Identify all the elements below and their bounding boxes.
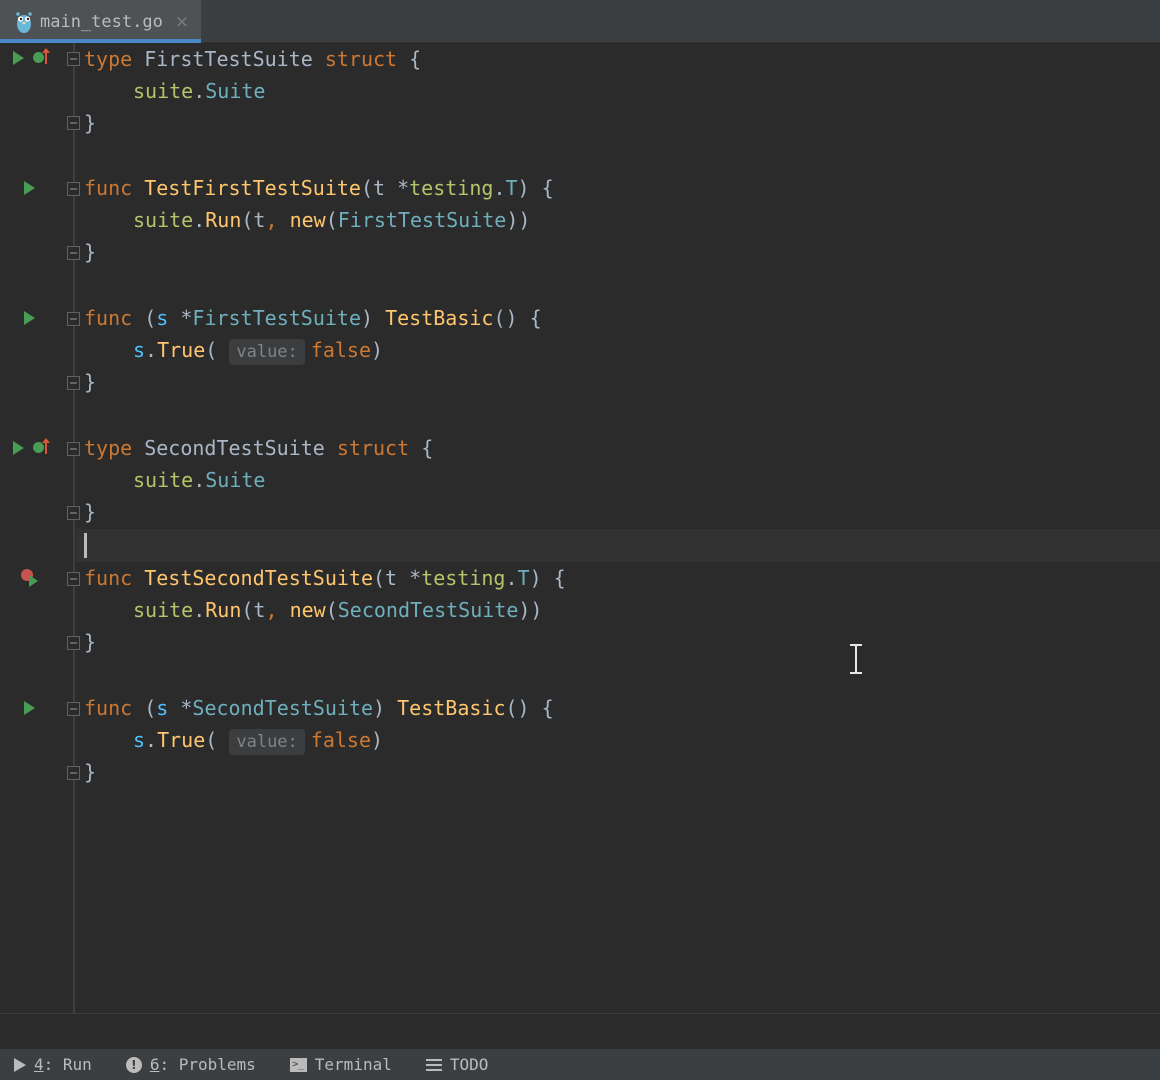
current-line-highlight (76, 529, 1160, 562)
fold-marker[interactable] (67, 52, 80, 66)
parameter-hint: value: (229, 729, 305, 755)
tool-window-bar: 4: Run ! 6: Problems >_ Terminal TODO (0, 1049, 1160, 1080)
editor-tab-bar: main_test.go × (0, 0, 1160, 43)
implements-icon[interactable] (33, 48, 53, 67)
tab-main-test-go[interactable]: main_test.go × (0, 0, 201, 43)
code-line: } (84, 240, 97, 264)
fold-marker[interactable] (67, 116, 80, 130)
fold-marker[interactable] (67, 572, 80, 586)
tool-window-terminal[interactable]: >_ Terminal (289, 1055, 392, 1074)
code-line: s.True( value: false) (84, 724, 383, 756)
todo-icon (425, 1058, 442, 1072)
code-line: } (84, 500, 97, 524)
fold-marker[interactable] (67, 312, 80, 326)
run-test-icon[interactable] (13, 51, 24, 65)
code-line: suite.Run(t, new(SecondTestSuite)) (133, 598, 543, 622)
problems-icon: ! (125, 1056, 142, 1073)
fold-marker[interactable] (67, 702, 80, 716)
code-line: func TestSecondTestSuite(t *testing.T) { (84, 566, 566, 590)
code-editor[interactable]: type FirstTestSuite struct { suite.Suite… (0, 43, 1160, 1013)
code-line: func (s *SecondTestSuite) TestBasic() { (84, 696, 554, 720)
text-caret (84, 533, 87, 558)
code-line: } (84, 370, 97, 394)
tool-window-run[interactable]: 4: Run (14, 1055, 92, 1074)
code-line: } (84, 111, 97, 135)
implements-icon[interactable] (33, 438, 53, 457)
run-test-icon[interactable] (24, 311, 35, 325)
run-test-icon[interactable] (13, 441, 24, 455)
editor-bottom-divider (0, 1013, 1160, 1014)
code-line: suite.Run(t, new(FirstTestSuite)) (133, 208, 531, 232)
code-line: } (84, 630, 97, 654)
run-icon (14, 1057, 26, 1072)
fold-marker[interactable] (67, 636, 80, 650)
fold-marker[interactable] (67, 442, 80, 456)
terminal-icon: >_ (289, 1057, 307, 1072)
tool-window-todo[interactable]: TODO (425, 1055, 488, 1074)
code-line: s.True( value: false) (84, 334, 383, 366)
parameter-hint: value: (229, 339, 305, 365)
fold-marker[interactable] (67, 376, 80, 390)
fold-marker[interactable] (67, 506, 80, 520)
fold-marker[interactable] (67, 766, 80, 780)
fold-marker[interactable] (67, 246, 80, 260)
code-line: type SecondTestSuite struct { (84, 436, 434, 460)
code-line: suite.Suite (133, 468, 266, 492)
go-file-icon (14, 10, 34, 34)
code-line: suite.Suite (133, 79, 266, 103)
code-line: type FirstTestSuite struct { (84, 47, 422, 71)
run-test-icon[interactable] (24, 181, 35, 195)
code-line: func TestFirstTestSuite(t *testing.T) { (84, 176, 554, 200)
code-line: } (84, 760, 97, 784)
text-cursor-icon (848, 644, 864, 674)
run-test-icon[interactable] (24, 701, 35, 715)
tool-window-problems[interactable]: ! 6: Problems (125, 1055, 256, 1074)
close-icon[interactable]: × (175, 12, 189, 32)
fold-marker[interactable] (67, 182, 80, 196)
test-failed-run-icon[interactable] (21, 569, 41, 589)
code-line: func (s *FirstTestSuite) TestBasic() { (84, 306, 542, 330)
tab-label: main_test.go (40, 11, 163, 32)
